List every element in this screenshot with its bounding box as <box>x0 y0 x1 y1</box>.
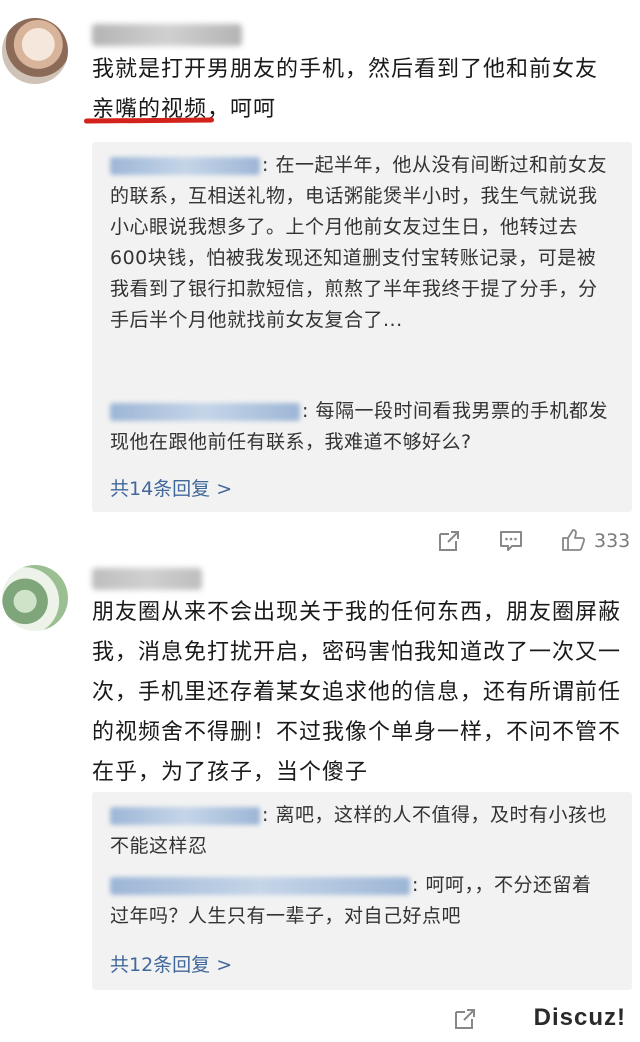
share-icon[interactable] <box>436 528 462 554</box>
reply-item[interactable]: : 在一起半年，他从没有间断过和前女友的联系，互相送礼物，电话粥能煲半小时，我生… <box>110 150 610 336</box>
reply-text: : 在一起半年，他从没有间断过和前女友的联系，互相送礼物，电话粥能煲半小时，我生… <box>110 154 607 331</box>
share-icon[interactable] <box>452 1006 478 1032</box>
comment-text-tail: ，呵呵 <box>207 97 277 122</box>
reply-item[interactable]: : 离吧，这样的人不值得，及时有小孩也不能这样忍 <box>110 800 610 862</box>
more-replies-link[interactable]: 共14条回复 > <box>110 474 232 501</box>
comment-text-line2: 亲嘴的视频，呵呵 <box>92 90 632 130</box>
more-replies-link[interactable]: 共12条回复 > <box>110 950 232 977</box>
comment-text-line1: 我就是打开男朋友的手机，然后看到了他和前女友 <box>92 57 599 82</box>
reply-username-blurred[interactable] <box>110 156 260 175</box>
like-icon[interactable] <box>560 527 586 553</box>
reply-username-blurred[interactable] <box>110 806 260 825</box>
reply-box: : 在一起半年，他从没有间断过和前女友的联系，互相送礼物，电话粥能煲半小时，我生… <box>92 142 632 512</box>
reply-item[interactable]: : 每隔一段时间看我男票的手机都发现他在跟他前任有联系，我难道不够好么? <box>110 396 610 458</box>
reply-username-blurred[interactable] <box>110 876 410 895</box>
reply-item[interactable]: : 呵呵，，不分还留着过年吗？人生只有一辈子，对自己好点吧 <box>110 870 610 932</box>
reply-username-blurred[interactable] <box>110 402 300 421</box>
username-blurred[interactable] <box>92 568 202 590</box>
watermark: Discuz! <box>533 1004 626 1031</box>
username-blurred[interactable] <box>92 24 242 46</box>
avatar[interactable] <box>2 565 68 631</box>
comment-actions: 333 <box>0 524 640 560</box>
reply-box: : 离吧，这样的人不值得，及时有小孩也不能这样忍 : 呵呵，，不分还留着过年吗？… <box>92 792 632 990</box>
like-count: 333 <box>594 530 631 552</box>
comment-text: 朋友圈从来不会出现关于我的任何东西，朋友圈屏蔽我，消息免打扰开启，密码害怕我知道… <box>92 600 622 785</box>
comment-icon[interactable] <box>498 528 524 554</box>
avatar[interactable] <box>2 18 68 84</box>
